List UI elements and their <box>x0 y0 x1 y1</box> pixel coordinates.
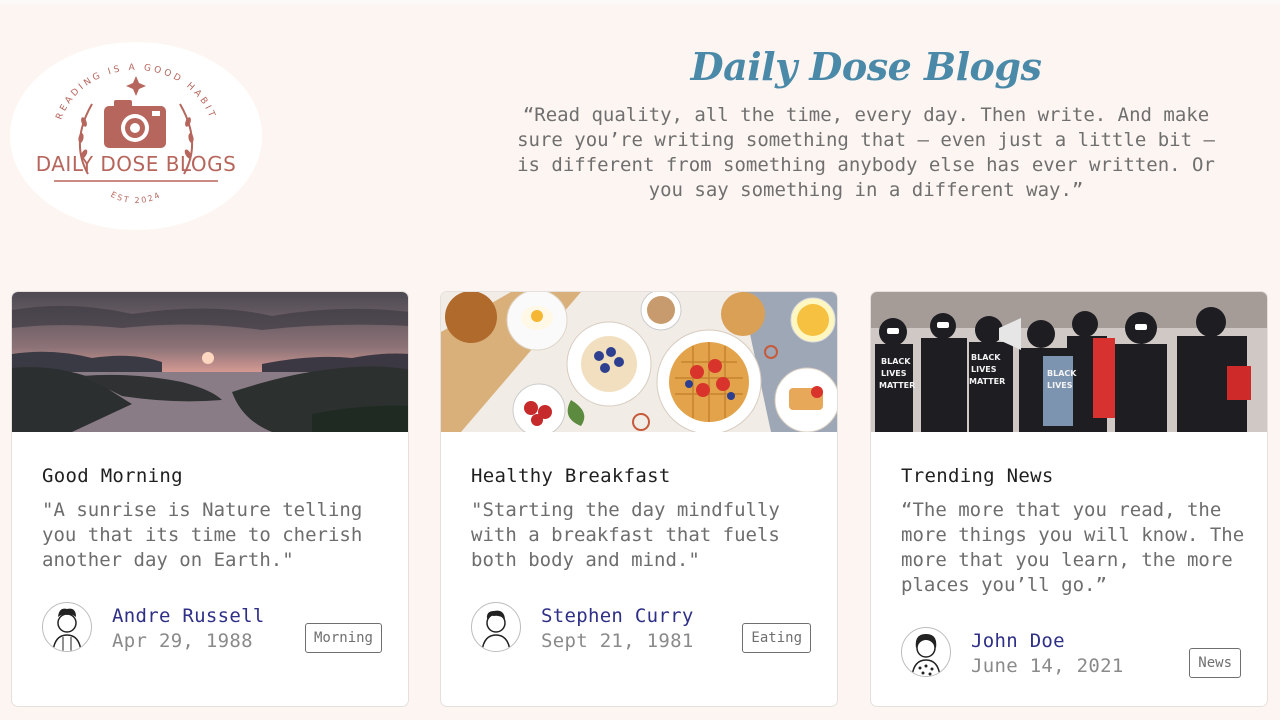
svg-text:BLACK: BLACK <box>971 353 1001 362</box>
card-title: Healthy Breakfast <box>471 465 671 487</box>
site-title: Daily Dose Blogs <box>690 44 1042 89</box>
page: READING IS A GOOD HABIT EST 2024 DAILY D… <box>0 0 1280 720</box>
author-info: Stephen Curry Sept 21, 1981 Eating <box>471 602 811 654</box>
author-name[interactable]: Stephen Curry <box>541 605 694 627</box>
category-tag[interactable]: News <box>1189 648 1241 678</box>
card-title: Good Morning <box>42 465 183 487</box>
logo-est: EST 2024 <box>109 190 161 205</box>
blog-card-trending-news[interactable]: BLACK LIVES MATTER BLACK LIVES MATTER BLACK L… <box>870 291 1268 707</box>
author-date: Sept 21, 1981 <box>541 630 694 652</box>
author-name[interactable]: John Doe <box>971 630 1065 652</box>
author-name[interactable]: Andre Russell <box>112 605 265 627</box>
breakfast-table-image <box>441 292 837 432</box>
blog-card-healthy-breakfast[interactable]: Healthy Breakfast "Starting the day mind… <box>440 291 838 707</box>
protest-crowd-image: BLACK LIVES MATTER BLACK LIVES MATTER BLACK L… <box>871 292 1267 432</box>
svg-text:EST 2024: EST 2024 <box>109 190 163 205</box>
category-tag[interactable]: Eating <box>742 623 811 653</box>
card-text: "A sunrise is Nature telling you that it… <box>42 499 363 571</box>
avatar[interactable] <box>471 602 521 652</box>
author-date: June 14, 2021 <box>971 655 1124 677</box>
card-title: Trending News <box>901 465 1054 487</box>
svg-text:BLACK: BLACK <box>881 357 911 366</box>
svg-text:MATTER: MATTER <box>879 381 915 390</box>
author-info: Andre Russell Apr 29, 1988 Morning <box>42 602 382 654</box>
author-info: John Doe June 14, 2021 News <box>901 627 1241 679</box>
author-date: Apr 29, 1988 <box>112 630 253 652</box>
top-divider <box>0 0 1280 4</box>
svg-text:LIVES: LIVES <box>971 365 997 374</box>
category-tag[interactable]: Morning <box>304 623 382 653</box>
card-text: “The more that you read, the more things… <box>901 499 1245 596</box>
sunrise-landscape-image <box>12 292 408 432</box>
card-text: "Starting the day mindfully with a break… <box>471 499 780 571</box>
svg-text:LIVES: LIVES <box>881 369 907 378</box>
blog-card-good-morning[interactable]: Good Morning "A sunrise is Nature tellin… <box>11 291 409 707</box>
site-logo[interactable]: READING IS A GOOD HABIT EST 2024 DAILY D… <box>10 42 262 230</box>
svg-text:BLACK: BLACK <box>1047 369 1077 378</box>
camera-icon <box>104 100 166 148</box>
avatar[interactable] <box>901 627 951 677</box>
site-quote: “Read quality, all the time, every day. … <box>517 104 1215 201</box>
svg-text:LIVES: LIVES <box>1047 381 1073 390</box>
svg-text:MATTER: MATTER <box>969 377 1005 386</box>
logo-name: DAILY DOSE BLOGS <box>35 152 237 176</box>
avatar[interactable] <box>42 602 92 652</box>
